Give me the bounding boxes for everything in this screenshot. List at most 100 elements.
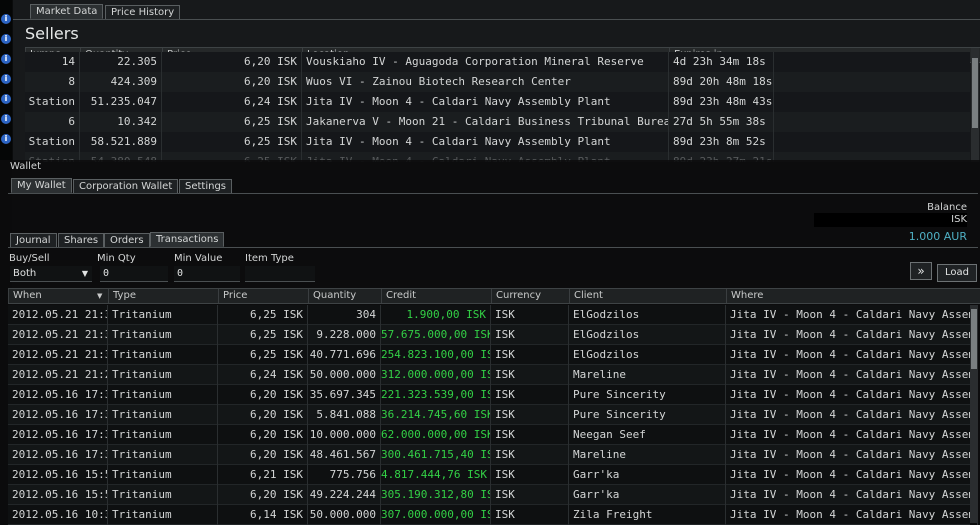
info-icon[interactable]: i [1, 54, 11, 64]
tab-settings[interactable]: Settings [179, 179, 233, 194]
tx-quantity: 49.224.244 [308, 485, 381, 505]
tx-when: 2012.05.16 15:56 [8, 465, 108, 485]
tx-credit: 307.000.000,00 ISK [381, 505, 491, 525]
tab-price-history[interactable]: Price History [105, 5, 181, 20]
tx-credit: 36.214.745,60 ISK [381, 405, 491, 425]
tx-price: 6,14 ISK [218, 505, 308, 525]
tab-market-data[interactable]: Market Data [30, 4, 104, 19]
tx-where: Jita IV - Moon 4 - Caldari Navy Assembly… [726, 305, 978, 325]
tx-credit: 254.823.100,00 ISK [381, 345, 491, 365]
transaction-row[interactable]: 2012.05.16 17:38 Tritanium 6,20 ISK 10.000.… [8, 425, 978, 445]
tx-quantity: 10.000.000 [308, 425, 381, 445]
col-when[interactable]: When ▼ [8, 289, 108, 303]
info-icon[interactable]: i [1, 34, 11, 44]
minvalue-input[interactable]: 0 [174, 266, 240, 282]
seller-row[interactable]: Station 51.235.047 6,24 ISK Jita IV - Moon … [25, 92, 970, 112]
tx-client: ElGodzilos [569, 345, 726, 365]
tx-when: 2012.05.21 21:31 [8, 325, 108, 345]
transaction-row[interactable]: 2012.05.16 17:39 Tritanium 6,20 ISK 5.841.0… [8, 405, 978, 425]
tab-orders[interactable]: Orders [104, 233, 150, 248]
seller-row[interactable]: Station 58.521.889 6,25 ISK Jita IV - Moon … [25, 132, 970, 152]
tx-quantity: 40.771.696 [308, 345, 381, 365]
col-client[interactable]: Client [569, 289, 726, 303]
tx-credit: 1.900,00 ISK [381, 305, 491, 325]
tx-quantity: 35.697.345 [308, 385, 381, 405]
seller-quantity: 22.305 [80, 52, 162, 72]
tx-quantity: 50.000.000 [308, 505, 381, 525]
transaction-row[interactable]: 2012.05.21 21:23 Tritanium 6,24 ISK 50.000.… [8, 365, 978, 385]
wallet-tab-divider [8, 193, 978, 194]
tx-when: 2012.05.16 10:39 [8, 505, 108, 525]
info-icon[interactable]: i [1, 94, 11, 104]
tx-when: 2012.05.16 17:38 [8, 445, 108, 465]
seller-row[interactable]: 6 10.342 6,25 ISK Jakanerva V - Moon 21 - C… [25, 112, 970, 132]
tx-quantity: 9.228.000 [308, 325, 381, 345]
seller-location: Jita IV - Moon 4 - Caldari Navy Assembly… [302, 92, 669, 112]
tx-price: 6,25 ISK [218, 345, 308, 365]
transaction-row[interactable]: 2012.05.21 21:31 Tritanium 6,25 ISK 304 1.90… [8, 305, 978, 325]
balance-isk: ISK [951, 214, 967, 225]
tx-currency: ISK [491, 425, 569, 445]
tx-client: ElGodzilos [569, 305, 726, 325]
transaction-row[interactable]: 2012.05.21 21:31 Tritanium 6,25 ISK 40.771.… [8, 345, 978, 365]
info-icon[interactable]: i [1, 114, 11, 124]
transaction-row[interactable]: 2012.05.16 15:56 Tritanium 6,20 ISK 49.224.… [8, 485, 978, 505]
col-price[interactable]: Price [218, 289, 308, 303]
seller-location: Jita IV - Moon 4 - Caldari Navy Assembly… [302, 132, 669, 152]
tab-corporation-wallet[interactable]: Corporation Wallet [73, 179, 179, 194]
market-window: Market Data Price History Sellers Jumps … [13, 0, 980, 162]
buysell-value: Both [13, 268, 37, 279]
tx-price: 6,20 ISK [218, 405, 308, 425]
minqty-input[interactable]: 0 [100, 266, 168, 282]
tx-where: Jita IV - Moon 4 - Caldari Navy Assembly… [726, 505, 978, 525]
info-icon[interactable]: i [1, 74, 11, 84]
info-icon[interactable]: i [1, 14, 11, 24]
tx-client: Mareline [569, 365, 726, 385]
tab-transactions[interactable]: Transactions [150, 232, 225, 247]
itemtype-input[interactable] [245, 266, 315, 282]
sellers-scrollbar[interactable] [971, 48, 979, 162]
info-icon[interactable]: i [1, 134, 11, 144]
tx-client: Garr'ka [569, 465, 726, 485]
tab-shares[interactable]: Shares [58, 233, 105, 248]
tab-my-wallet[interactable]: My Wallet [11, 178, 72, 193]
transactions-scroll-thumb[interactable] [971, 309, 977, 369]
tx-quantity: 775.756 [308, 465, 381, 485]
seller-quantity: 424.309 [80, 72, 162, 92]
sellers-scroll-thumb[interactable] [972, 58, 978, 128]
tx-currency: ISK [491, 325, 569, 345]
tx-where: Jita IV - Moon 4 - Caldari Navy Assembly… [726, 365, 978, 385]
buysell-select[interactable]: Both ▼ [10, 266, 92, 282]
tx-when: 2012.05.21 21:31 [8, 345, 108, 365]
transaction-row[interactable]: 2012.05.16 17:39 Tritanium 6,20 ISK 35.697.… [8, 385, 978, 405]
seller-quantity: 10.342 [80, 112, 162, 132]
seller-location: Vouskiaho IV - Aguagoda Corporation Mine… [302, 52, 669, 72]
tx-where: Jita IV - Moon 4 - Caldari Navy Assembly… [726, 345, 978, 365]
seller-quantity: 58.521.889 [80, 132, 162, 152]
col-currency[interactable]: Currency [491, 289, 569, 303]
col-type[interactable]: Type [108, 289, 218, 303]
transactions-scrollbar[interactable] [970, 305, 978, 523]
col-where[interactable]: Where [726, 289, 980, 303]
load-button[interactable]: Load [937, 264, 977, 282]
tx-client: Neegan Seef [569, 425, 726, 445]
tx-currency: ISK [491, 405, 569, 425]
tx-price: 6,21 ISK [218, 465, 308, 485]
tx-where: Jita IV - Moon 4 - Caldari Navy Assembly… [726, 465, 978, 485]
seller-row[interactable]: 14 22.305 6,20 ISK Vouskiaho IV - Aguagoda … [25, 52, 970, 72]
tx-price: 6,20 ISK [218, 485, 308, 505]
transaction-row[interactable]: 2012.05.16 10:39 Tritanium 6,14 ISK 50.000.… [8, 505, 978, 525]
forward-icon[interactable]: » [910, 262, 932, 280]
transaction-row[interactable]: 2012.05.16 15:56 Tritanium 6,21 ISK 775.756… [8, 465, 978, 485]
tab-journal[interactable]: Journal [10, 233, 57, 248]
minvalue-label: Min Value [174, 253, 223, 264]
seller-expires: 4d 23h 34m 18s [669, 52, 774, 72]
col-quantity[interactable]: Quantity [308, 289, 381, 303]
tx-quantity: 50.000.000 [308, 365, 381, 385]
sellers-title: Sellers [25, 24, 79, 43]
transaction-row[interactable]: 2012.05.16 17:38 Tritanium 6,20 ISK 48.461.… [8, 445, 978, 465]
transaction-row[interactable]: 2012.05.21 21:31 Tritanium 6,25 ISK 9.228.0… [8, 325, 978, 345]
seller-row[interactable]: 8 424.309 6,20 ISK Wuos VI - Zainou Biotech… [25, 72, 970, 92]
seller-quantity: 51.235.047 [80, 92, 162, 112]
col-credit[interactable]: Credit [381, 289, 491, 303]
